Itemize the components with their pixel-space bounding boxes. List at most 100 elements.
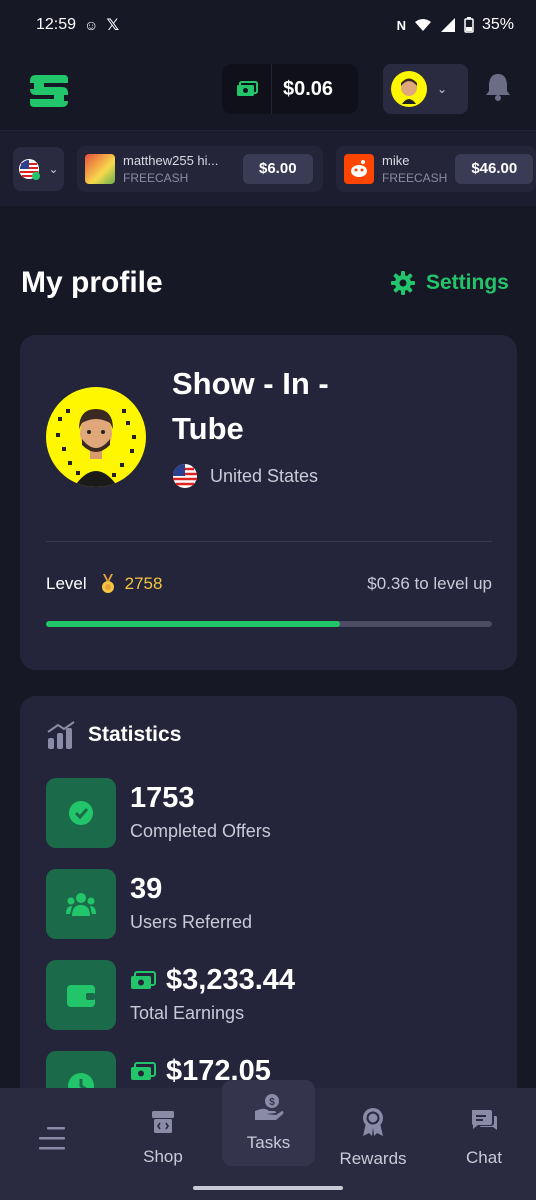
- level-up-text: $0.36 to level up: [367, 574, 492, 593]
- level-row: Level 2758 $0.36 to level up: [46, 574, 492, 594]
- status-time: 12:59: [36, 16, 77, 33]
- stat-label: Users Referred: [130, 912, 253, 932]
- stat-value-text: $3,233.44: [166, 964, 296, 996]
- nav-shop[interactable]: Shop: [120, 1088, 206, 1188]
- menu-button[interactable]: [24, 1088, 80, 1188]
- balance-display[interactable]: $0.06: [222, 64, 358, 114]
- stat-text: 1753 Completed Offers: [130, 778, 271, 842]
- ticker-text: matthew255 hi... FREECASH: [123, 153, 235, 185]
- chart-growth-icon: [47, 721, 75, 749]
- avatar: [391, 71, 427, 107]
- cash-icon: [131, 970, 156, 989]
- nav-rewards[interactable]: Rewards: [330, 1088, 416, 1188]
- balance-value: $0.06: [283, 77, 334, 100]
- profile-country: United States: [172, 463, 318, 489]
- stat-text: $3,233.44 Total Earnings: [130, 960, 295, 1024]
- bitmoji-avatar-icon: [401, 78, 417, 104]
- app-logo[interactable]: [26, 67, 72, 113]
- signal-icon: [440, 18, 455, 32]
- svg-text:$: $: [269, 1097, 275, 1108]
- bottom-navigation: Shop $ Tasks Rewards Chat: [0, 1080, 536, 1200]
- stat-value: 39: [130, 873, 252, 906]
- wifi-icon: [414, 19, 431, 31]
- status-right: N 35%: [397, 16, 514, 34]
- stat-value-text: 1753: [130, 782, 195, 814]
- stat-icon-box: [46, 869, 116, 939]
- statistics-header: Statistics: [46, 720, 181, 750]
- stat-label: Completed Offers: [130, 821, 271, 841]
- hamburger-menu-icon: [39, 1127, 65, 1150]
- profile-divider: [46, 541, 492, 542]
- snapchat-icon: ☺: [84, 17, 99, 33]
- level-progress-fill: [46, 621, 341, 627]
- nav-shop-label: Shop: [143, 1147, 183, 1166]
- country-name: United States: [210, 465, 319, 486]
- app-header: $0.06 ⌄: [0, 50, 536, 130]
- ticker-text: mike FREECASH: [382, 153, 447, 185]
- ticker-amount: $46.00: [455, 153, 534, 184]
- reward-thumbnail: [85, 153, 115, 184]
- nfc-icon: N: [396, 17, 406, 33]
- statistics-title: Statistics: [88, 723, 182, 746]
- profile-card: Show - In - Tube United States Level 275…: [20, 335, 517, 670]
- nav-tasks-label: Tasks: [246, 1133, 291, 1152]
- chevron-down-icon: ⌄: [437, 82, 448, 96]
- stat-value-text: 39: [130, 873, 163, 905]
- chat-bubbles-icon: [472, 1110, 497, 1130]
- settings-button[interactable]: Settings: [390, 270, 509, 296]
- battery-icon: [464, 17, 474, 33]
- ticker-source: FREECASH: [382, 170, 448, 185]
- ticker-username: matthew255 hi...: [123, 152, 219, 168]
- us-flag-icon: [173, 464, 197, 488]
- stat-total-earnings: $3,233.44 Total Earnings: [46, 960, 295, 1030]
- nav-chat-label: Chat: [466, 1148, 502, 1167]
- home-indicator[interactable]: [193, 1186, 343, 1190]
- users-icon: [66, 893, 96, 916]
- ticker-card[interactable]: mike FREECASH $46.00: [336, 145, 536, 192]
- badge-check-icon: [69, 801, 93, 825]
- bell-icon[interactable]: [484, 72, 512, 102]
- nav-tasks[interactable]: $ Tasks: [222, 1080, 315, 1166]
- stat-users-referred: 39 Users Referred: [46, 869, 252, 939]
- ticker-card[interactable]: matthew255 hi... FREECASH $6.00: [77, 145, 323, 192]
- level-label: Level: [46, 574, 87, 593]
- profile-menu-button[interactable]: ⌄: [383, 64, 468, 114]
- medal-icon: [101, 574, 114, 593]
- chevron-down-icon: ⌄: [48, 161, 59, 176]
- gear-icon: [391, 271, 415, 295]
- level-value: 2758: [124, 574, 163, 593]
- ticker-username: mike: [382, 152, 410, 168]
- status-bar: 12:59 ☺ 𝕏 N 35%: [0, 0, 536, 50]
- x-icon: 𝕏: [106, 17, 120, 34]
- shop-icon: [152, 1111, 174, 1133]
- bitmoji-avatar-icon: [56, 409, 136, 487]
- reddit-icon: [344, 153, 374, 184]
- ticker-source: FREECASH: [123, 170, 189, 185]
- ticker-amount: $6.00: [243, 153, 313, 184]
- language-selector[interactable]: ⌄: [13, 146, 64, 191]
- page-title: My profile: [21, 266, 163, 299]
- nav-chat[interactable]: Chat: [444, 1088, 524, 1188]
- us-flag-icon: [19, 158, 41, 180]
- cash-icon: [236, 81, 258, 96]
- balance-icon-container: [222, 64, 272, 114]
- status-left: 12:59 ☺ 𝕏: [36, 15, 119, 35]
- wallet-icon: [67, 985, 95, 1007]
- nav-rewards-label: Rewards: [339, 1149, 407, 1168]
- stat-icon-box: [46, 778, 116, 848]
- stat-label: Total Earnings: [130, 1003, 245, 1023]
- stat-text: 39 Users Referred: [130, 869, 252, 933]
- stat-completed-offers: 1753 Completed Offers: [46, 778, 271, 848]
- hand-coin-icon: $: [254, 1094, 283, 1120]
- level-progress-bar: [46, 621, 492, 627]
- stat-value: 1753: [130, 782, 271, 815]
- profile-avatar[interactable]: [46, 387, 146, 487]
- profile-name: Show - In - Tube: [172, 366, 329, 446]
- stat-icon-box: [46, 960, 116, 1030]
- battery-percent: 35%: [481, 16, 514, 33]
- settings-label: Settings: [426, 271, 509, 294]
- live-winnings-ticker: ⌄ matthew255 hi... FREECASH $6.00 mike F…: [0, 131, 536, 206]
- stat-value: $3,233.44: [130, 964, 295, 997]
- award-ribbon-icon: [363, 1108, 383, 1136]
- cash-icon: [131, 1061, 156, 1080]
